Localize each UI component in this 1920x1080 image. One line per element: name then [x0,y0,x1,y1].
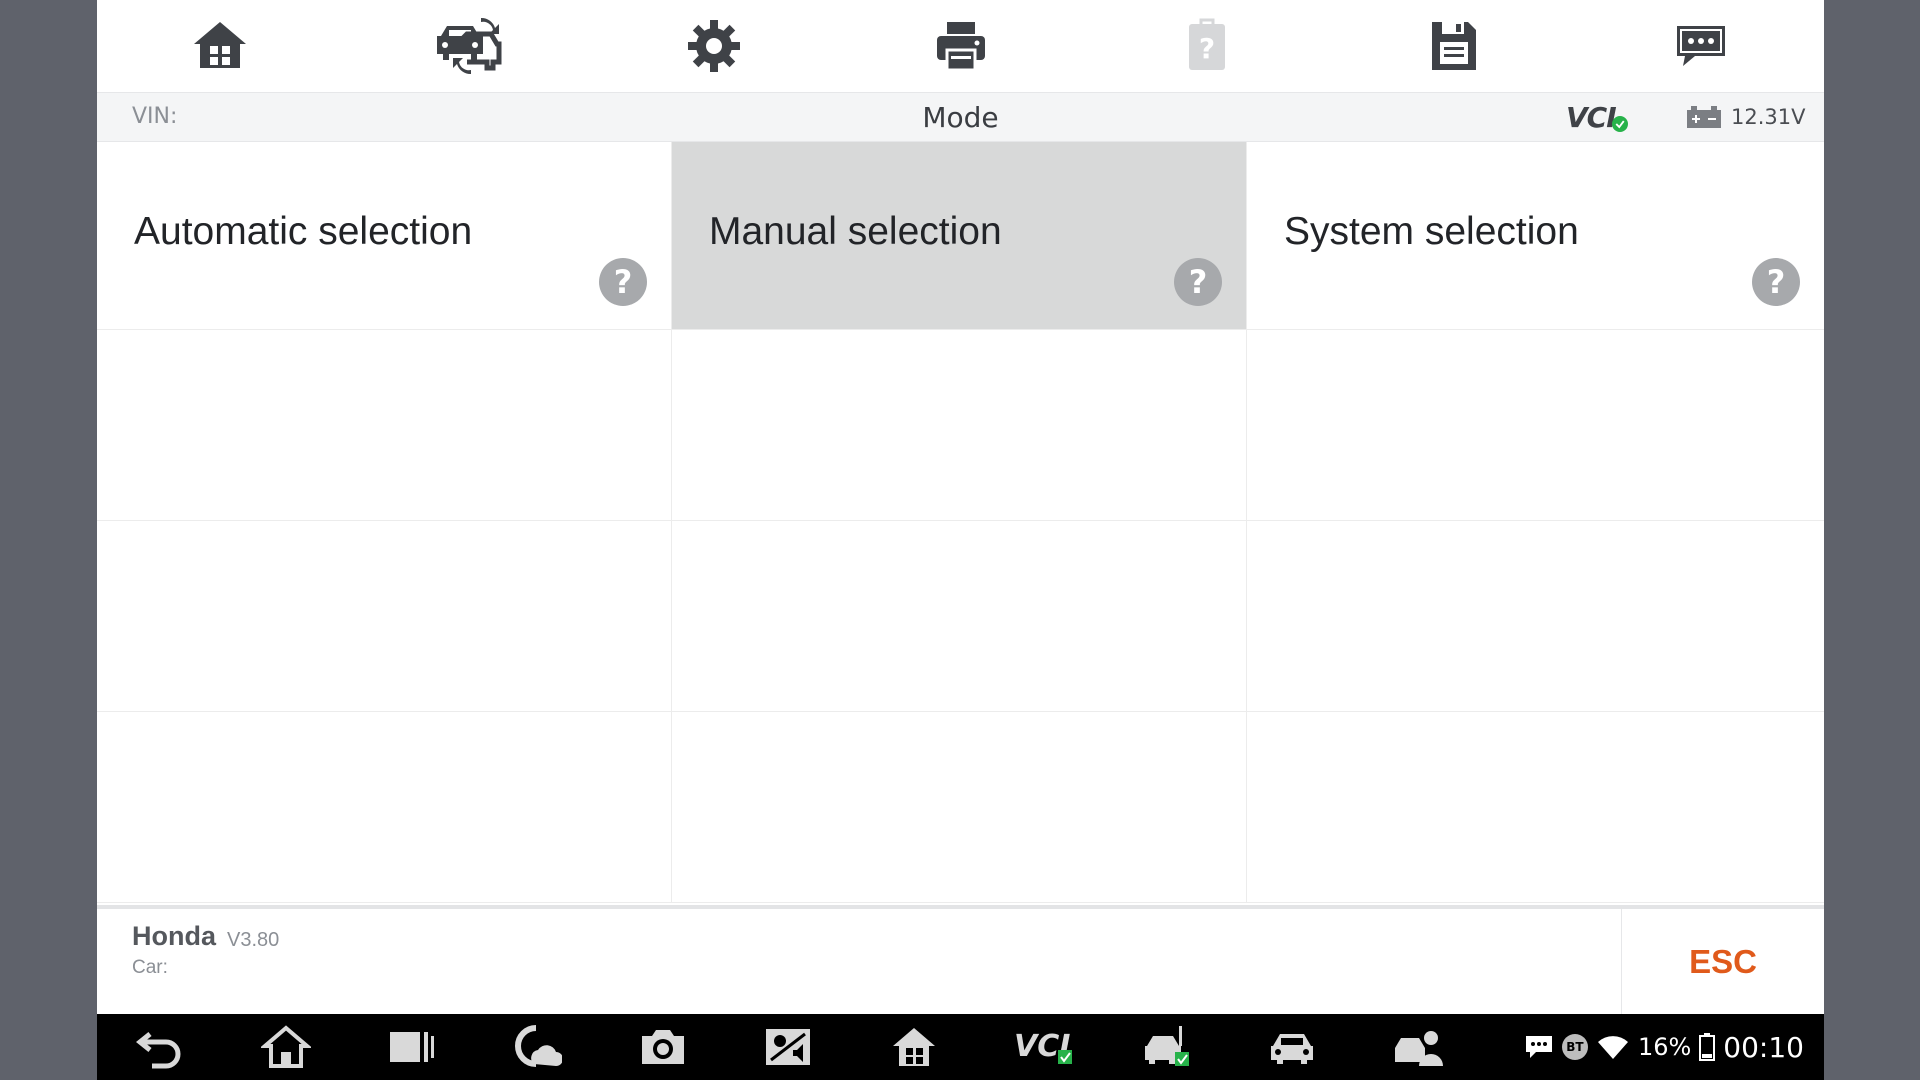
help-document-icon: ? [1189,18,1226,70]
menu-item-manual-selection[interactable]: Manual selection ? [672,142,1247,330]
camera-icon [642,1030,684,1064]
back-arrow-icon [136,1032,181,1069]
battery-voltage: 12.31V [1731,105,1806,129]
vci-label: VCI [1566,100,1617,134]
gear-icon [687,20,740,72]
settings-button[interactable] [590,0,837,92]
vci-connection-button[interactable]: VCI [1011,1020,1077,1074]
menu-item-label: Manual selection [709,210,1002,253]
home-grid-icon [893,1028,935,1066]
check-icon [1611,116,1628,132]
empty-cell [97,521,672,712]
vehicle-diagnostics-button[interactable] [1137,1020,1195,1074]
cloud-support-icon [515,1025,562,1067]
help-button[interactable]: ? [599,258,647,306]
car-label: Car: [132,957,168,978]
page-title: Mode [922,101,999,134]
recent-apps-button[interactable] [382,1020,440,1074]
empty-cell [1247,330,1824,521]
svg-text:?: ? [1199,32,1215,65]
car-check-icon [1145,1026,1189,1066]
empty-cell [1247,521,1824,712]
save-button[interactable] [1331,0,1578,92]
info-bar: VIN: Mode VCI 12.31V [97,92,1824,142]
empty-cell [672,330,1247,521]
system-status-area: BT 16% 00:10 [1524,1024,1804,1070]
brightness-sound-icon [766,1029,810,1065]
app-screen: ? VIN: Mode VCI 12.31V Automatic selecti… [97,0,1824,1080]
vci-status: VCI [1566,99,1628,135]
printer-icon [936,22,985,72]
menu-item-automatic-selection[interactable]: Automatic selection ? [97,142,672,330]
menu-item-system-selection[interactable]: System selection ? [1247,142,1824,330]
chat-icon [1676,26,1725,66]
esc-button[interactable]: ESC [1622,909,1824,1014]
menu-item-label: Automatic selection [134,210,473,253]
change-vehicle-button[interactable] [344,0,591,92]
vin-label: VIN: [132,104,178,129]
car-battery-icon [1687,106,1721,128]
system-nav-bar: VCI BT 16% 00:10 [97,1014,1824,1080]
software-version: V3.80 [227,929,280,951]
home-icon [194,22,247,68]
android-home-button[interactable] [257,1020,315,1074]
help-doc-button[interactable]: ? [1084,0,1331,92]
back-button[interactable] [132,1020,190,1074]
help-button[interactable]: ? [1174,258,1222,306]
vehicle-make: Honda [132,921,216,951]
user-vehicle-button[interactable] [1389,1020,1447,1074]
top-toolbar: ? [97,0,1824,92]
vci-connected-icon: VCI [1014,1029,1072,1064]
remote-support-button[interactable] [508,1020,566,1074]
feedback-button[interactable] [1577,0,1824,92]
bluetooth-icon: BT [1561,1034,1588,1060]
wifi-icon [1597,1036,1628,1059]
battery-icon [1699,1033,1716,1061]
recent-apps-icon [390,1032,434,1062]
cars-swap-icon [437,17,502,75]
message-icon [1525,1036,1552,1058]
display-settings-button[interactable] [759,1020,817,1074]
save-icon [1431,22,1476,70]
empty-cell [97,330,672,521]
vehicle-info-button[interactable] [1263,1020,1321,1074]
print-button[interactable] [837,0,1084,92]
empty-cell [672,521,1247,712]
screenshot-button[interactable] [634,1020,692,1074]
mode-menu-grid: Automatic selection ? Manual selection ?… [97,142,1824,903]
footer-bar: Honda V3.80 Car: ESC [97,905,1824,1014]
empty-cell [97,712,672,903]
app-home-button[interactable] [885,1020,943,1074]
battery-percent: 16% [1637,1033,1692,1061]
car-user-icon [1395,1031,1443,1066]
help-button[interactable]: ? [1752,258,1800,306]
home-button[interactable] [97,0,344,92]
home-outline-icon [261,1025,311,1068]
system-clock: 00:10 [1723,1030,1804,1064]
empty-cell [672,712,1247,903]
car-icon [1271,1034,1313,1064]
menu-item-label: System selection [1284,210,1579,253]
empty-cell [1247,712,1824,903]
